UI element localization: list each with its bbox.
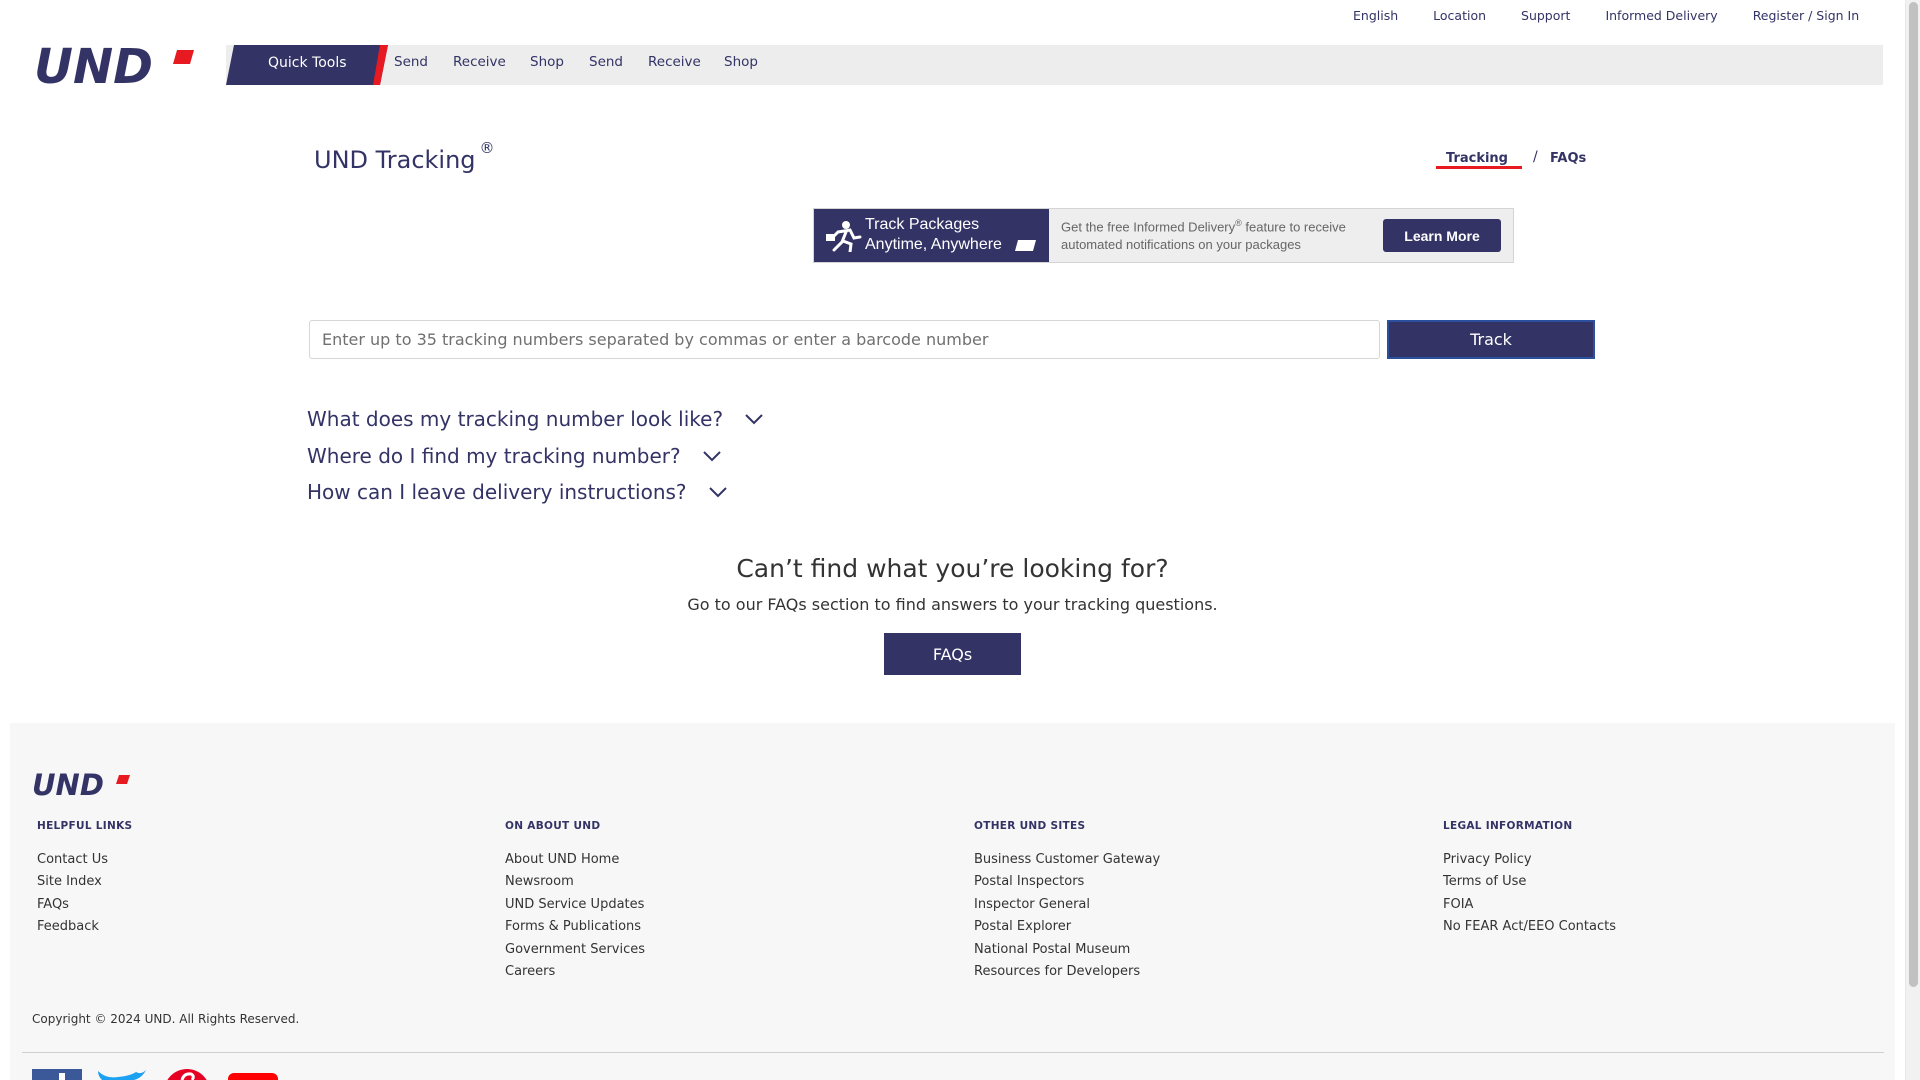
informed-delivery-link[interactable]: Informed Delivery [1605,8,1717,23]
track-button[interactable]: Track [1387,320,1595,359]
footer-link-postal-inspectors[interactable]: Postal Inspectors [974,871,1160,893]
nav-send[interactable]: Send [394,54,428,70]
footer-link-terms-of-use[interactable]: Terms of Use [1443,871,1616,893]
und-logo[interactable]: UND [34,42,198,88]
footer-link-developer-resources[interactable]: Resources for Developers [974,961,1160,983]
faq-tracking-number-format[interactable]: What does my tracking number look like? [307,407,763,431]
informed-delivery-banner[interactable]: Track Packages Anytime, Anywhere Get the… [813,208,1514,263]
footer-link-careers[interactable]: Careers [505,961,645,983]
nav-send-secondary[interactable]: Send [589,54,623,70]
location-link[interactable]: Location [1433,8,1486,23]
banner-copy-line1: Get the free Informed Delivery® feature … [1061,218,1346,234]
footer-link-business-gateway[interactable]: Business Customer Gateway [974,849,1160,871]
logo-text: UND [34,42,153,88]
help-subtext: Go to our FAQs section to find answers t… [687,595,1218,614]
registered-mark: ® [479,139,495,157]
help-heading: Can’t find what you’re looking for? [736,554,1169,583]
footer-column-heading: LEGAL INFORMATION [1443,820,1573,832]
footer-logo[interactable]: UND [32,770,132,798]
footer-link-no-fear-act[interactable]: No FEAR Act/EEO Contacts [1443,916,1616,938]
twitter-icon[interactable] [96,1069,148,1080]
footer-link-feedback[interactable]: Feedback [37,916,132,938]
footer-link-postal-museum[interactable]: National Postal Museum [974,939,1160,961]
footer-link-faqs[interactable]: FAQs [37,894,132,916]
support-link[interactable]: Support [1521,8,1570,23]
footer-link-contact-us[interactable]: Contact Us [37,849,132,871]
nav-shop[interactable]: Shop [530,54,564,70]
faq-delivery-instructions[interactable]: How can I leave delivery instructions? [307,480,727,504]
nav-receive[interactable]: Receive [453,54,506,70]
chevron-down-icon [708,487,727,498]
banner-copy-text-a: Get the free Informed Delivery [1061,219,1236,235]
footer-column-heading: OTHER UND SITES [974,820,1086,832]
breadcrumb-separator: / [1533,149,1538,165]
banner-dark-panel: Track Packages Anytime, Anywhere [814,209,1049,262]
breadcrumb-tracking[interactable]: Tracking [1446,151,1508,166]
footer-link-privacy-policy[interactable]: Privacy Policy [1443,849,1616,871]
tracking-number-input[interactable] [309,320,1380,359]
facebook-icon[interactable] [32,1069,82,1080]
chevron-down-icon [745,414,763,425]
language-link[interactable]: English [1353,8,1398,23]
footer-column-legal: LEGAL INFORMATION Privacy Policy Terms o… [1443,820,1616,939]
chevron-down-icon [702,451,721,462]
nav-shop-secondary[interactable]: Shop [724,54,758,70]
footer-link-government-services[interactable]: Government Services [505,939,645,961]
footer-link-postal-explorer[interactable]: Postal Explorer [974,916,1160,938]
faq-question: Where do I find my tracking number? [307,444,681,468]
footer-link-forms-publications[interactable]: Forms & Publications [505,916,645,938]
footer-link-service-updates[interactable]: UND Service Updates [505,894,645,916]
logo-accent-icon [173,50,194,64]
banner-headline-line1: Track Packages [865,216,980,233]
footer-column-other-sites: OTHER UND SITES Business Customer Gatewa… [974,820,1160,983]
footer-link-foia[interactable]: FOIA [1443,894,1616,916]
pinterest-icon[interactable] [164,1069,210,1080]
top-utility-links: English Location Support Informed Delive… [1353,8,1859,23]
page-title-text: UND Tracking [314,146,476,174]
learn-more-button[interactable]: Learn More [1383,219,1501,252]
footer-link-site-index[interactable]: Site Index [37,871,132,893]
youtube-icon[interactable] [228,1069,278,1080]
page-title: UND Tracking ® [314,139,495,174]
banner-headline-line2: Anytime, Anywhere [865,236,1002,253]
footer-divider [22,1052,1884,1053]
banner-copy-line2: automated notifications on your packages [1061,237,1301,252]
delivery-runner-icon [826,221,862,252]
register-sign-in-link[interactable]: Register / Sign In [1753,8,1859,23]
breadcrumb-faqs[interactable]: FAQs [1550,151,1586,166]
faq-question: What does my tracking number look like? [307,407,724,431]
nav-receive-secondary[interactable]: Receive [648,54,701,70]
quick-tools-label: Quick Tools [268,55,347,71]
footer-link-newsroom[interactable]: Newsroom [505,871,645,893]
banner-registered-mark: ® [1235,218,1242,228]
faq-find-tracking-number[interactable]: Where do I find my tracking number? [307,444,721,468]
page-scrollbar[interactable] [1905,0,1920,1080]
breadcrumb-active-underline [1436,166,1522,169]
banner-copy-text-b: feature to receive [1241,219,1346,235]
faqs-button[interactable]: FAQs [884,633,1021,675]
scrollbar-thumb[interactable] [1909,2,1918,987]
footer-column-heading: HELPFUL LINKS [37,820,133,832]
footer-column-heading: ON ABOUT UND [505,820,601,832]
footer-logo-accent-icon [116,775,130,784]
faq-question: How can I leave delivery instructions? [307,480,687,504]
footer-column-helpful-links: HELPFUL LINKS Contact Us Site Index FAQs… [37,820,132,939]
footer-logo-text: UND [32,770,104,798]
footer-column-about: ON ABOUT UND About UND Home Newsroom UND… [505,820,645,983]
copyright-text: Copyright © 2024 UND. All Rights Reserve… [32,1012,300,1026]
footer-link-inspector-general[interactable]: Inspector General [974,894,1160,916]
package-icon [1015,240,1036,251]
footer-link-about-home[interactable]: About UND Home [505,849,645,871]
